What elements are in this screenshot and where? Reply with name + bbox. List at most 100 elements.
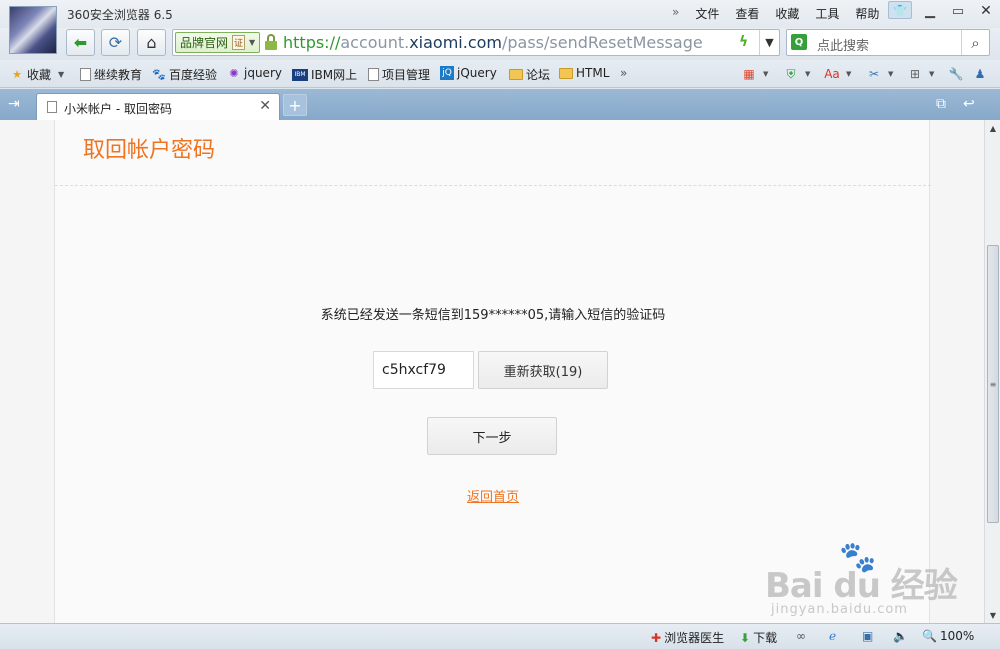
url-text[interactable]: https://account.xiaomi.com/pass/sendRese… — [283, 33, 703, 52]
new-tab-button[interactable]: + — [283, 94, 307, 116]
close-window-button[interactable]: ✕ — [972, 1, 1000, 21]
tab-title: 小米帐户 - 取回密码 — [64, 102, 172, 116]
window-icon[interactable]: ▣ — [862, 629, 873, 643]
bookmark-label: 收藏 — [27, 68, 52, 82]
scroll-up-icon[interactable]: ▲ — [985, 120, 1000, 136]
scroll-down-icon[interactable]: ▼ — [985, 607, 1000, 623]
skin-shirt-icon[interactable]: 👕 — [888, 1, 912, 19]
back-button[interactable]: ⬅ — [66, 29, 95, 56]
menu-favorites[interactable]: 收藏 — [767, 5, 807, 22]
bookmark-label: HTML — [576, 66, 610, 80]
refresh-button[interactable]: ⟳ — [101, 29, 130, 56]
search-engine-icon[interactable]: Q — [791, 34, 807, 50]
back-arrow-icon: ⬅ — [73, 33, 88, 52]
chevron-down-icon: ▼ — [846, 70, 852, 78]
title-divider — [55, 185, 931, 186]
page-icon — [80, 68, 91, 81]
next-step-button[interactable]: 下一步 — [427, 417, 557, 455]
speed-mode-icon[interactable]: ϟ — [739, 34, 748, 50]
url-scheme: https:// — [283, 33, 341, 52]
download-arrow-icon: ⬇ — [740, 630, 751, 645]
user-avatar[interactable] — [9, 6, 57, 54]
search-box[interactable]: Q 点此搜索 ⌕ — [786, 29, 990, 56]
bookmark-label: 论坛 — [526, 68, 551, 82]
tab-strip: ⇥ 小米帐户 - 取回密码 ✕ + ⧉ ↩ — [0, 89, 1000, 120]
tab-active[interactable]: 小米帐户 - 取回密码 ✕ — [36, 93, 280, 120]
title-bar: 360安全浏览器 6.5 » 文件 查看 收藏 工具 帮助 👕 ▁ ▭ ✕ — [0, 0, 1000, 28]
menu-tools[interactable]: 工具 — [807, 5, 847, 22]
translate-button[interactable]: Aa ▼ — [824, 64, 851, 84]
refresh-icon: ⟳ — [108, 33, 123, 52]
status-bar: ✚ 浏览器医生 ⬇ 下载 ∞ ℯ ▣ 🔈 🔍 100% — [0, 623, 1000, 649]
bookmark-folder[interactable]: HTML — [559, 66, 609, 80]
bookmark-label: jQuery — [457, 66, 497, 80]
chevron-down-icon: ▼ — [249, 38, 256, 47]
menu-file[interactable]: 文件 — [687, 5, 727, 22]
bookmark-item[interactable]: ✺ jquery — [227, 66, 282, 80]
scrollbar-thumb[interactable]: ≡ — [987, 245, 999, 523]
chevron-down-icon: ▼ — [888, 70, 894, 78]
bookmark-favorites[interactable]: ★ 收藏 ▼ — [10, 66, 64, 83]
browser-doctor-button[interactable]: ✚ 浏览器医生 — [651, 629, 724, 646]
chevron-down-icon: ▼ — [805, 70, 811, 78]
bookmarks-overflow-icon[interactable]: » — [620, 66, 627, 80]
brand-official-badge[interactable]: 品牌官网 证 ▼ — [175, 32, 261, 53]
baidu-jingyan-watermark: 🐾 Bai du 经验 jingyan.baidu.com — [757, 540, 958, 620]
bookmark-item[interactable]: IBM IBM网上 — [292, 66, 357, 83]
user-icon: ♟ — [974, 67, 986, 81]
bookmark-item[interactable]: 🐾 百度经验 — [152, 66, 217, 83]
screenshot-icon: ✂ — [868, 67, 880, 81]
page-title: 取回帐户密码 — [83, 138, 216, 163]
medical-cross-icon: ✚ — [651, 630, 662, 645]
home-button[interactable]: ⌂ — [137, 29, 166, 56]
url-host: xiaomi.com — [409, 33, 502, 52]
address-bar[interactable]: 品牌官网 证 ▼ https://account.xiaomi.com/pass… — [172, 29, 780, 56]
bookmarks-bar: ★ 收藏 ▼ 继续教育 🐾 百度经验 ✺ jquery IBM IBM网上 项目… — [0, 60, 1000, 88]
maximize-button[interactable]: ▭ — [944, 1, 972, 21]
wrench-icon: 🔧 — [948, 67, 964, 81]
chevron-down-icon: ▼ — [763, 70, 769, 78]
close-tab-icon[interactable]: ✕ — [259, 98, 271, 114]
bookmark-item[interactable]: jQ jQuery — [440, 66, 497, 80]
jquery-logo-icon: jQ — [440, 66, 454, 80]
download-button[interactable]: ⬇ 下载 — [740, 629, 777, 646]
apps-button[interactable]: ▦ ▼ — [741, 64, 768, 84]
mask-icon[interactable]: ∞ — [796, 629, 806, 643]
security-button[interactable]: ⛨ ▼ — [783, 64, 810, 84]
search-input[interactable]: 点此搜索 — [817, 35, 869, 54]
resend-code-button[interactable]: 重新获取(19) — [478, 351, 608, 389]
back-home-label[interactable]: 返回首页 — [467, 490, 519, 505]
ie-icon[interactable]: ℯ — [829, 629, 836, 643]
bookmark-label: 继续教育 — [94, 68, 143, 82]
sms-sent-message: 系统已经发送一条短信到159******05,请输入短信的验证码 — [320, 308, 666, 323]
screenshot-button[interactable]: ✂ ▼ — [866, 64, 893, 84]
sidebar-toggle-icon[interactable]: ⇥ — [8, 96, 20, 112]
bookmark-item[interactable]: 继续教育 — [80, 66, 142, 83]
back-home-link[interactable]: 返回首页 — [55, 486, 931, 505]
ibm-icon: IBM — [292, 68, 308, 81]
vertical-scrollbar[interactable]: ▲ ≡ ▼ — [984, 120, 1000, 623]
menu-help[interactable]: 帮助 — [847, 5, 887, 22]
undo-close-icon[interactable]: ↩ — [963, 96, 975, 112]
user-button[interactable]: ♟ — [972, 64, 988, 84]
bookmark-label: 百度经验 — [169, 68, 218, 82]
gamepad-button[interactable]: ⊞ ▼ — [907, 64, 934, 84]
menu-overflow-icon[interactable]: » — [664, 5, 687, 22]
tab-list-icon[interactable]: ⧉ — [936, 96, 946, 112]
tools-button[interactable]: 🔧 — [948, 64, 964, 84]
folder-icon — [509, 69, 523, 80]
address-dropdown-button[interactable]: ▼ — [759, 30, 779, 55]
page-viewport: 取回帐户密码 系统已经发送一条短信到159******05,请输入短信的验证码 … — [0, 120, 984, 623]
volume-icon[interactable]: 🔈 — [893, 629, 908, 643]
verification-code-input[interactable] — [373, 351, 474, 389]
lock-icon[interactable] — [264, 34, 278, 50]
zoom-control[interactable]: 🔍 100% — [922, 629, 974, 643]
minimize-button[interactable]: ▁ — [916, 1, 944, 21]
bookmark-item[interactable]: 项目管理 — [368, 66, 430, 83]
menu-view[interactable]: 查看 — [727, 5, 767, 22]
home-icon: ⌂ — [146, 33, 157, 52]
window-controls: 👕 ▁ ▭ ✕ — [888, 1, 1000, 21]
bookmark-label: IBM网上 — [311, 68, 358, 82]
bookmark-folder[interactable]: 论坛 — [509, 66, 550, 83]
search-button[interactable]: ⌕ — [961, 30, 989, 55]
